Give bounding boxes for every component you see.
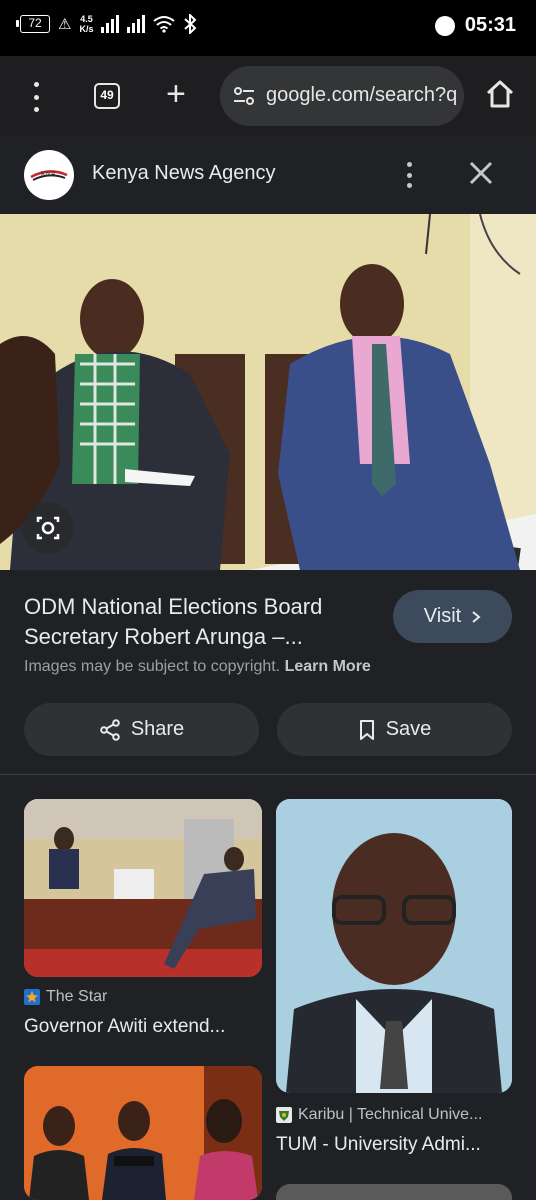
source-logo: KNA (24, 150, 74, 200)
copyright-notice: Images may be subject to copyright. Lear… (24, 658, 371, 676)
main-image[interactable] (0, 214, 536, 570)
bookmark-icon (359, 719, 374, 740)
learn-more-link[interactable]: Learn More (285, 658, 371, 675)
related-image-3-picture (24, 1066, 262, 1200)
svg-text:KNA: KNA (41, 171, 56, 178)
status-bar: 72 ⚠ 4.5 K/s 05:31 (0, 0, 536, 56)
image-viewer-panel: KNA Kenya News Agency ODM National Elect… (0, 136, 536, 1200)
related-title-1[interactable]: Governor Awiti extend... (24, 1016, 225, 1038)
menu-icon[interactable] (26, 82, 46, 112)
related-image-4[interactable] (276, 1184, 512, 1200)
related-image-2-picture (276, 799, 512, 1093)
visit-label: Visit (423, 605, 462, 627)
the-star-logo-icon (24, 989, 40, 1005)
share-label: Share (130, 718, 185, 740)
share-button[interactable]: Share (24, 703, 259, 756)
site-settings-icon[interactable] (232, 84, 256, 108)
new-tab-icon[interactable]: + (166, 74, 186, 114)
related-source-1: The Star (24, 988, 107, 1006)
result-title[interactable]: ODM National Elections Board Secretary R… (24, 592, 374, 652)
source-header: KNA Kenya News Agency (0, 136, 536, 214)
signal-2-icon (127, 15, 146, 33)
kna-logo-icon: KNA (30, 170, 68, 181)
notification-dot-icon (434, 15, 455, 36)
url-text: google.com/search?q (266, 84, 458, 106)
more-options-icon[interactable] (404, 162, 414, 188)
related-image-1-picture (24, 799, 262, 977)
lens-search-button[interactable] (22, 502, 74, 554)
visit-button[interactable]: Visit (393, 590, 512, 643)
related-image-3[interactable] (24, 1066, 262, 1200)
chevron-right-icon (472, 610, 481, 623)
network-speed: 4.5 K/s (79, 14, 93, 34)
signal-icon (101, 15, 120, 33)
home-icon[interactable] (484, 78, 516, 110)
clock: 05:31 (464, 14, 516, 36)
save-button[interactable]: Save (277, 703, 512, 756)
lens-icon (36, 516, 60, 540)
related-title-2[interactable]: TUM - University Admi... (276, 1134, 481, 1156)
related-source-1-name: The Star (46, 988, 108, 1005)
network-speed-value: 4.5 (80, 14, 93, 24)
network-speed-unit: K/s (79, 24, 94, 34)
tab-switcher-button[interactable]: 49 (94, 83, 120, 109)
wifi-icon (153, 16, 176, 33)
source-name[interactable]: Kenya News Agency (92, 162, 275, 185)
copyright-text: Images may be subject to copyright. (24, 658, 281, 675)
related-image-2[interactable] (276, 799, 512, 1093)
browser-toolbar: 49 + google.com/search?q (0, 56, 536, 136)
save-label: Save (385, 718, 432, 740)
tum-logo-icon (276, 1107, 292, 1123)
bluetooth-icon (184, 14, 197, 34)
related-source-2-name: Karibu | Technical Unive... (298, 1106, 483, 1123)
related-source-2: Karibu | Technical Unive... (276, 1106, 482, 1124)
share-icon (100, 718, 120, 741)
divider (0, 774, 536, 775)
close-icon[interactable] (468, 160, 494, 186)
warning-icon: ⚠ (58, 16, 72, 33)
main-image-picture (0, 214, 536, 570)
related-image-1[interactable] (24, 799, 262, 977)
address-bar[interactable]: google.com/search?q (220, 66, 464, 126)
battery-icon: 72 (16, 15, 50, 33)
